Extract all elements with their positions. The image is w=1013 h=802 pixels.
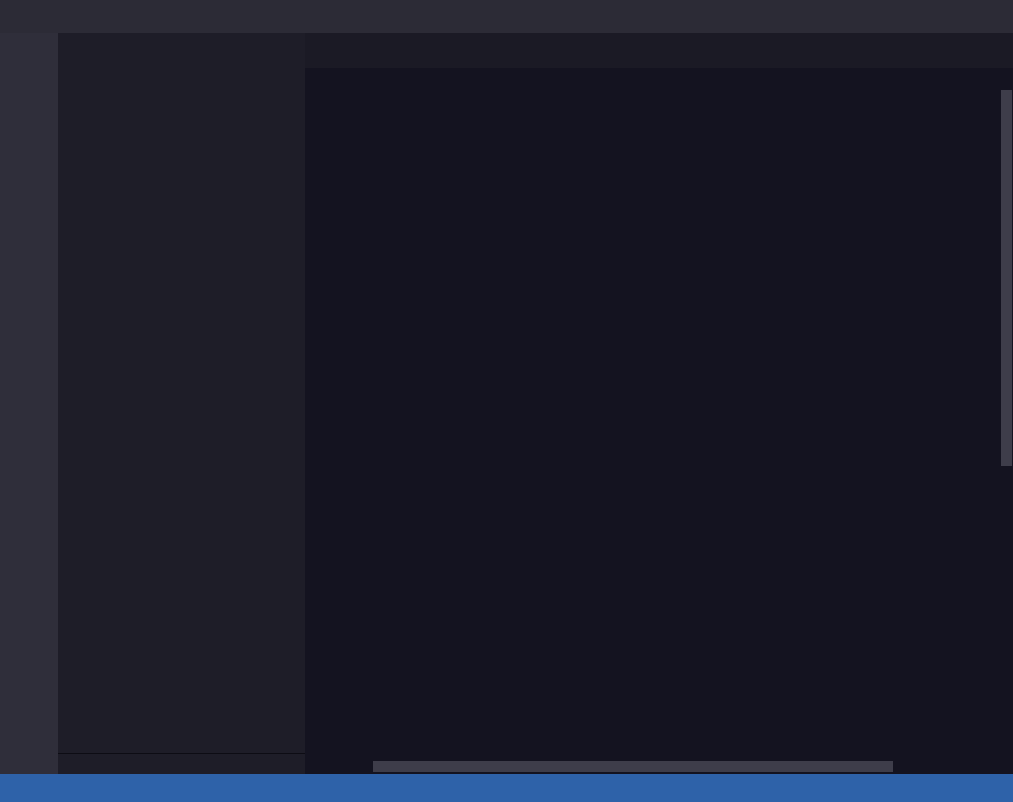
editor-group xyxy=(305,33,1013,774)
editor-actions xyxy=(1003,33,1013,68)
workspace-section-header[interactable] xyxy=(58,68,305,92)
sidebar-more-button[interactable] xyxy=(273,41,293,61)
outline-section-header[interactable] xyxy=(58,753,305,774)
tab-bar xyxy=(305,33,1013,68)
code-editor xyxy=(305,90,1013,774)
minimap[interactable] xyxy=(927,92,999,774)
activity-bar xyxy=(0,33,58,774)
horizontal-scrollbar[interactable] xyxy=(373,761,893,772)
status-bar xyxy=(0,774,1013,802)
vscode-window xyxy=(0,0,1013,802)
sidebar-title-row xyxy=(58,33,305,68)
vertical-scrollbar[interactable] xyxy=(1000,90,1013,774)
file-tree xyxy=(58,92,305,753)
explorer-sidebar xyxy=(58,33,305,774)
workbench xyxy=(0,33,1013,774)
outline-chevron xyxy=(62,756,78,772)
vertical-scrollbar-thumb[interactable] xyxy=(1001,90,1012,466)
breadcrumb xyxy=(305,68,1013,90)
workspace-chevron xyxy=(60,72,76,88)
menu-bar xyxy=(0,0,1013,33)
